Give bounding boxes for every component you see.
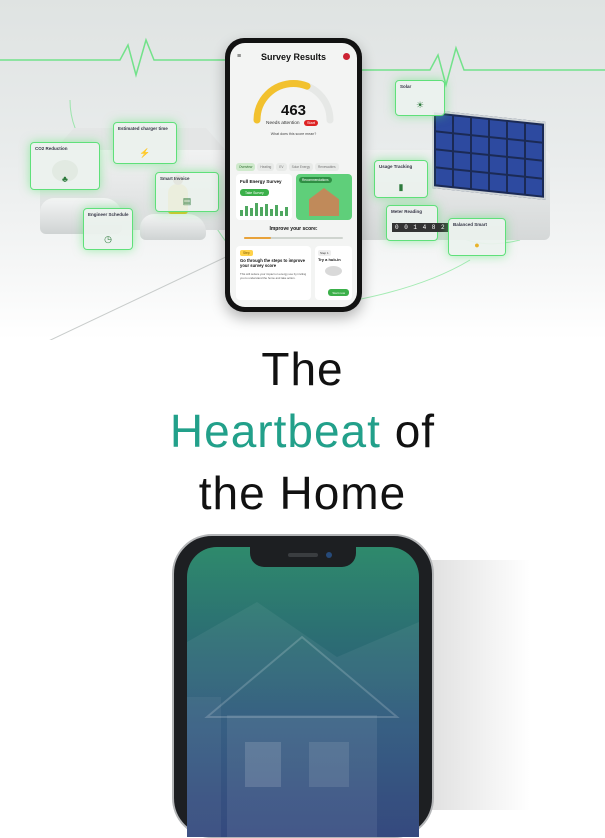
car-right (140, 214, 206, 240)
tab-ev[interactable]: EV (276, 163, 287, 171)
headline-line-3: the Home (198, 467, 407, 519)
score-help-link[interactable]: What does this score mean? (230, 132, 357, 136)
card-solar: Solar ☀ (395, 80, 445, 116)
phone-notch (250, 547, 356, 567)
card-smart-invoice: Smart Invoice ▤ (155, 172, 219, 212)
bar-chart-icon: ▮ (398, 182, 404, 192)
smart-bulb-icon: ● (474, 240, 480, 250)
card-usage-tracking: Usage Tracking ▮ (374, 160, 428, 198)
phone-shadow (430, 560, 530, 810)
clock-icon: ◷ (104, 234, 112, 244)
score-value: 463 (280, 102, 307, 119)
score-status: Needs attention (266, 121, 300, 126)
headline-line-2: Heartbeat of (169, 405, 436, 457)
tab-renewables[interactable]: Renewables (315, 163, 339, 171)
step-card[interactable]: Step Go through the steps to improve you… (236, 246, 311, 300)
headline: The Heartbeat of the Home (0, 338, 605, 524)
invoice-icon: ▤ (182, 196, 192, 206)
house-illustration (309, 188, 339, 216)
card-co2-reduction: CO2 Reduction ♣ (30, 142, 100, 190)
take-survey-button[interactable]: Take Survey (240, 189, 269, 196)
improve-title: Improve your score: (269, 226, 318, 232)
tree-icon: ♣ (62, 174, 68, 184)
charger-icon: ⚡ (139, 148, 151, 158)
headline-accent: Heartbeat (169, 405, 381, 457)
phone-survey-results: ≡ Survey Results 463 Needs attention Sta… (225, 38, 362, 312)
phone-screen: ≡ Survey Results 463 Needs attention Sta… (230, 43, 357, 307)
improve-progress (244, 237, 343, 239)
status-pill[interactable]: Start (304, 120, 319, 126)
solar-icon: ☀ (415, 100, 425, 110)
tab-solar-energy[interactable]: Solar Energy (288, 163, 313, 171)
solar-panel (432, 110, 546, 200)
hero-scene: CO2 Reduction ♣ Estimated charger time ⚡… (0, 0, 605, 340)
hub-device-image (325, 266, 342, 276)
tab-overview[interactable]: Overview (236, 163, 256, 171)
house-photo (187, 602, 419, 837)
phone-bottom-screen (187, 547, 419, 837)
recommendations-card[interactable]: Recommendations (296, 174, 352, 220)
phone-bottom (172, 534, 434, 838)
card-engineer-schedule: Engineer Schedule ◷ (83, 208, 133, 250)
hub-card[interactable]: Step 1 Try a hub-in Start now (315, 246, 352, 300)
screen-title: Survey Results (260, 52, 327, 62)
meter-digits: 0 0 1 4 8 2 (392, 223, 449, 232)
card-charger-time: Estimated charger time ⚡ (113, 122, 177, 164)
front-camera (326, 552, 332, 558)
card-balanced-smart: Balanced Smart ● (448, 218, 506, 256)
start-now-button[interactable]: Start now (328, 289, 349, 296)
headline-line-1: The (261, 343, 344, 395)
avatar[interactable] (343, 53, 350, 60)
tab-heating[interactable]: Heating (257, 163, 275, 171)
tab-bar: Overview Heating EV Solar Energy Renewab… (236, 163, 357, 171)
energy-survey-card[interactable]: Full Energy Survey Take Survey (236, 174, 292, 220)
mini-bar-chart (240, 202, 288, 216)
speaker-grille (288, 553, 318, 557)
